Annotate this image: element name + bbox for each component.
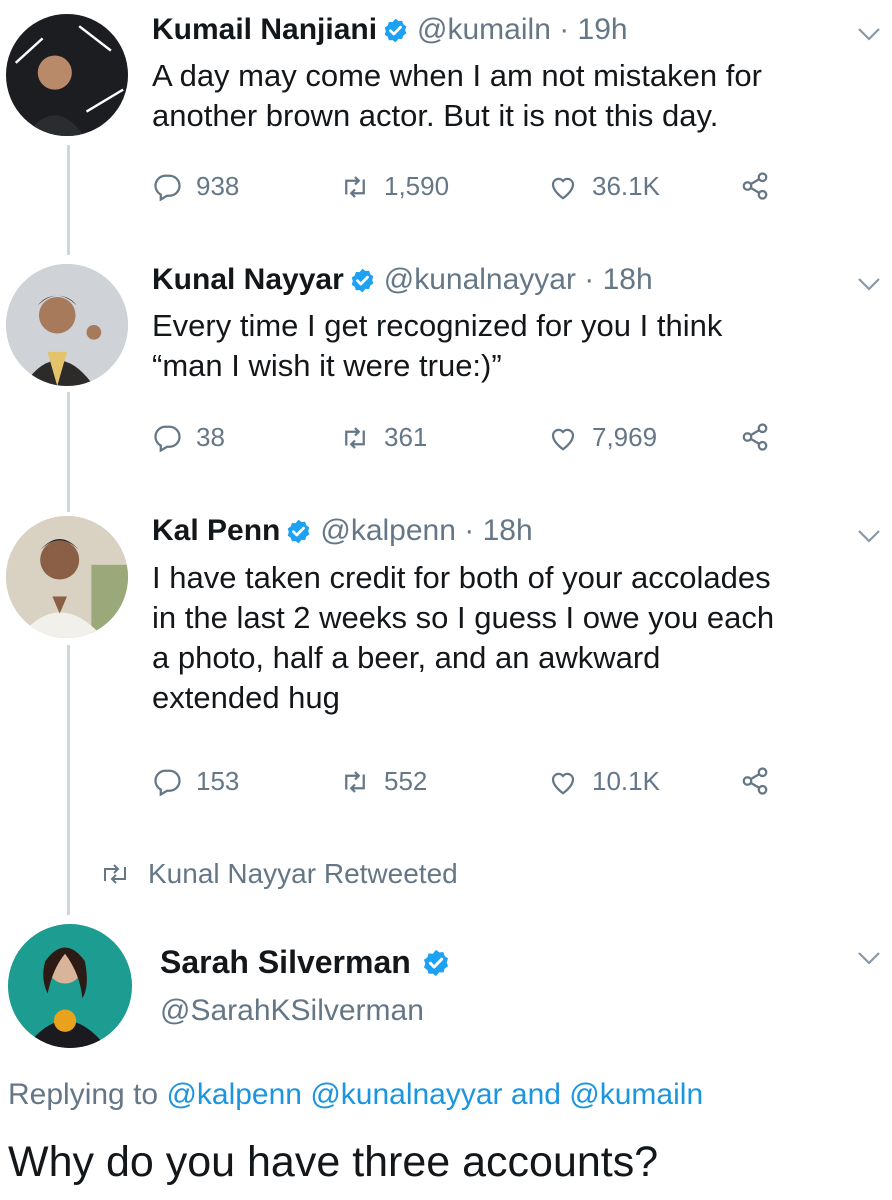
tweet-actions: 938 1,590 36.1K (152, 171, 792, 207)
tweet-text-line: “man I wish it were true:)” (152, 348, 502, 383)
avatar-image (6, 516, 128, 638)
author-handle[interactable]: @kumailn · 19h (417, 12, 628, 48)
tweet-header: Kal Penn @kalpenn · 18h (152, 513, 533, 549)
retweet-count: 1,590 (384, 171, 450, 201)
reply-button[interactable]: 38 (152, 422, 225, 453)
tweet-text-line: extended hug (152, 680, 340, 715)
avatar[interactable] (6, 516, 128, 638)
share-icon (742, 172, 768, 200)
replying-prefix: Replying to (8, 1078, 159, 1111)
mention-link[interactable]: @kalpenn (166, 1078, 302, 1111)
mention-conjunction: and (510, 1078, 561, 1111)
chevron-down-icon[interactable] (856, 26, 882, 42)
tweet-text: Every time I get recognized for you I th… (152, 306, 882, 386)
reply-author: Sarah Silverman (160, 944, 459, 981)
tweet-text: I have taken credit for both of your acc… (152, 558, 882, 718)
share-icon (742, 423, 768, 451)
tweet-header: Kunal Nayyar @kunalnayyar · 18h (152, 262, 653, 298)
retweet-count: 361 (384, 422, 428, 452)
retweet-icon (345, 770, 365, 793)
reply-icon (154, 174, 181, 201)
replying-to: Replying to @kalpenn @kunalnayyar and @k… (8, 1078, 703, 1112)
tweet-text-line: Every time I get recognized for you I th… (152, 308, 723, 343)
author-name[interactable]: Sarah Silverman (160, 944, 411, 981)
tweet-text-line: I have taken credit for both of your acc… (152, 560, 771, 595)
author-handle[interactable]: @kunalnayyar · 18h (384, 262, 653, 298)
tweet-text-line: in the last 2 weeks so I guess I owe you… (152, 600, 775, 635)
author-handle[interactable]: @SarahKSilverman (160, 994, 424, 1028)
like-icon (551, 428, 575, 451)
share-icon (742, 767, 768, 795)
retweeted-label[interactable]: Kunal Nayyar Retweeted (148, 858, 458, 890)
thread-line (67, 145, 70, 255)
reply-count: 938 (196, 171, 240, 201)
retweet-icon (104, 864, 126, 884)
share-button[interactable] (740, 766, 784, 796)
reply-button[interactable]: 938 (152, 171, 239, 202)
reply-button[interactable]: 153 (152, 766, 239, 797)
verified-badge-icon (351, 268, 374, 292)
reply-count: 153 (196, 766, 240, 796)
like-count: 36.1K (592, 171, 660, 201)
chevron-down-icon[interactable] (856, 276, 882, 292)
avatar-image (6, 14, 128, 136)
share-button[interactable] (740, 171, 784, 201)
tweet-text: A day may come when I am not mistaken fo… (152, 56, 882, 136)
retweet-icon (345, 175, 365, 198)
tweet-text-line: another brown actor. But it is not this … (152, 98, 719, 133)
chevron-down-icon[interactable] (856, 950, 882, 966)
thread-line (67, 392, 70, 512)
like-icon (551, 772, 575, 795)
avatar-image (8, 924, 132, 1048)
retweet-button[interactable]: 552 (340, 766, 427, 797)
author-name[interactable]: Kumail Nanjiani (152, 12, 377, 48)
like-button[interactable]: 10.1K (548, 766, 660, 797)
thread-line (67, 645, 70, 915)
retweet-count: 552 (384, 766, 428, 796)
like-button[interactable]: 7,969 (548, 422, 657, 453)
share-button[interactable] (740, 422, 784, 452)
reply-icon (154, 425, 181, 452)
author-name[interactable]: Kunal Nayyar (152, 262, 344, 298)
retweet-button[interactable]: 1,590 (340, 171, 449, 202)
tweet-text-line: A day may come when I am not mistaken fo… (152, 58, 762, 93)
tweet-header: Kumail Nanjiani @kumailn · 19h (152, 12, 628, 48)
reply-count: 38 (196, 422, 225, 452)
reply-icon (154, 769, 181, 796)
mention-link[interactable]: @kunalnayyar (310, 1078, 502, 1111)
retweet-icon (345, 426, 365, 449)
like-button[interactable]: 36.1K (548, 171, 660, 202)
like-count: 7,969 (592, 422, 658, 452)
verified-badge-icon (384, 18, 407, 42)
retweet-button[interactable]: 361 (340, 422, 427, 453)
verified-badge-icon (288, 519, 310, 543)
tweet-actions: 38 361 7,969 (152, 422, 792, 458)
retweeted-note: Kunal Nayyar Retweeted (100, 858, 458, 890)
like-icon (551, 177, 575, 200)
tweet-actions: 153 552 10.1K (152, 766, 792, 802)
author-handle[interactable]: @kalpenn · 18h (320, 513, 532, 549)
verified-badge-icon (423, 949, 448, 976)
tweet-text-line: a photo, half a beer, and an awkward (152, 640, 661, 675)
like-count: 10.1K (592, 766, 660, 796)
mention-link[interactable]: @kumailn (569, 1078, 703, 1111)
avatar[interactable] (8, 924, 132, 1048)
avatar[interactable] (6, 264, 128, 386)
reply-text: Why do you have three accounts? (8, 1138, 659, 1186)
author-name[interactable]: Kal Penn (152, 513, 280, 549)
avatar[interactable] (6, 14, 128, 136)
avatar-image (6, 264, 128, 386)
chevron-down-icon[interactable] (856, 528, 882, 544)
